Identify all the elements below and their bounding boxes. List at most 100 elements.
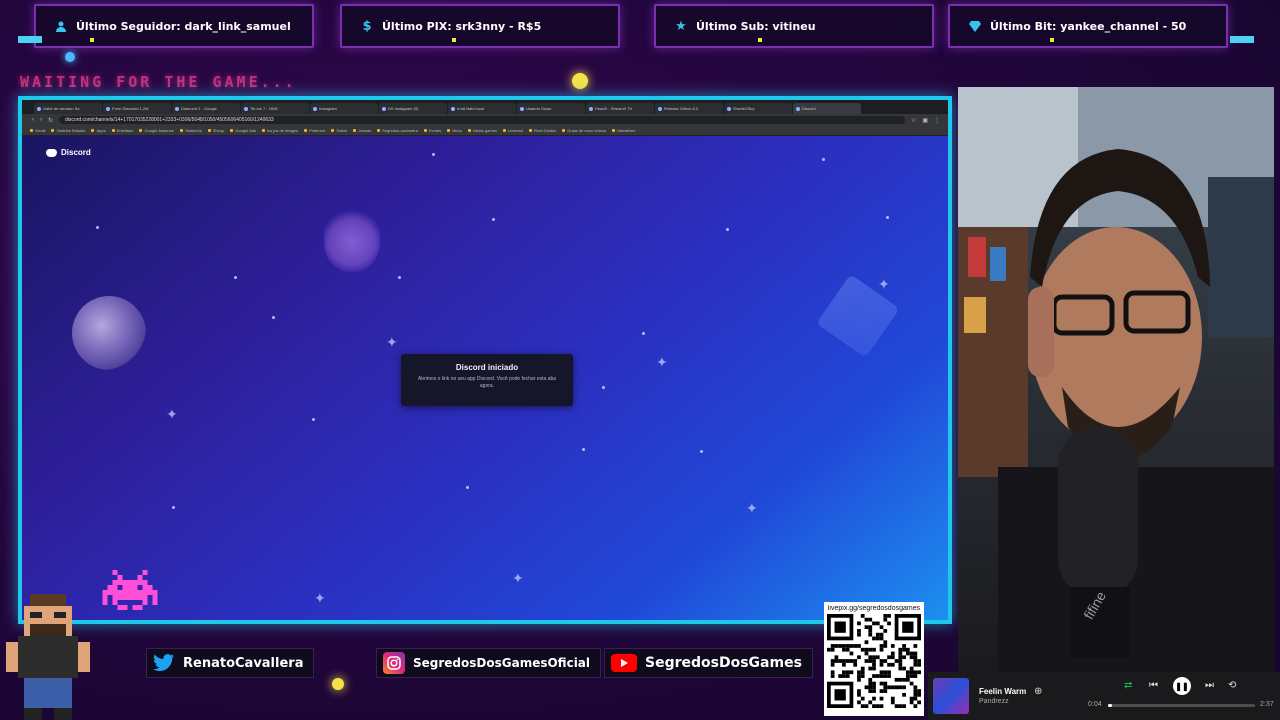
track-artist: Pandrezz	[979, 698, 1009, 705]
instagram-handle: SegredosDosGamesOficial	[413, 656, 591, 670]
bookmark-item[interactable]: Gmail	[30, 128, 45, 133]
bookmark-item[interactable]: Shoop	[208, 128, 225, 133]
bookmark-item[interactable]: Jeanas	[353, 128, 371, 133]
browser-tab[interactable]: Usando Guias	[517, 103, 585, 114]
social-youtube[interactable]: SegredosDosGames	[604, 648, 813, 678]
twitter-icon	[153, 652, 175, 674]
star	[398, 276, 401, 279]
star	[822, 158, 825, 161]
social-instagram[interactable]: SegredosDosGamesOficial	[376, 648, 602, 678]
discord-logo[interactable]: Discord	[46, 148, 91, 157]
bookmark-item[interactable]: Google Adsense	[139, 128, 173, 133]
shuffle-icon[interactable]: ⇄	[1124, 680, 1132, 691]
bookmark-item[interactable]: Liveload	[503, 128, 523, 133]
pause-button[interactable]: ❚❚	[1173, 677, 1191, 695]
bookmark-item[interactable]: Twitch	[331, 128, 347, 133]
extensions-icon[interactable]: ▣	[922, 117, 928, 124]
browser-tab-active[interactable]: Discord	[793, 103, 861, 114]
browser-tab-strip: Gabe de wendon Sa Form Diamond 1.2M Diam…	[22, 100, 948, 114]
youtube-icon	[611, 654, 637, 672]
instagram-icon	[383, 652, 405, 674]
bookmarks-bar: Gmail Youtube Estudio Apps Enfeitado Goo…	[22, 126, 948, 136]
pixel-avatar	[6, 594, 90, 720]
sparkle: ✦	[386, 334, 398, 350]
decor-ledge	[1230, 36, 1254, 43]
bookmark-item[interactable]: Youtube Estudio	[51, 128, 85, 133]
decor-blue-dot	[65, 52, 75, 62]
browser-tab[interactable]: Irmã Nabi local	[448, 103, 516, 114]
star	[602, 386, 605, 389]
bookmark-item[interactable]: Yokkie/ok	[180, 128, 202, 133]
discord-launched-dialog: Discord iniciado Abrimos o link no seu a…	[401, 354, 573, 406]
decor-tick	[758, 38, 762, 42]
star	[172, 506, 175, 509]
discord-launch-page: Discord ✦ ✦ ✦ ✦ ✦ ✦ ✦ Discord iniciado A…	[22, 136, 948, 620]
alert-last-bit: Último Bit: yankee_channel - 50	[948, 4, 1228, 48]
bookmark-item[interactable]: Apps	[91, 128, 105, 133]
sparkle: ✦	[166, 406, 178, 422]
bookmark-item[interactable]: Fontes	[424, 128, 441, 133]
browser-tab[interactable]: DeadX - StreamX Tit	[586, 103, 654, 114]
next-track-icon[interactable]: ⏭	[1205, 680, 1214, 691]
alert-text: Último Bit: yankee_channel - 50	[990, 19, 1187, 33]
sparkle: ✦	[878, 276, 890, 292]
dialog-body: Abrimos o link no seu app Discord. Você …	[417, 376, 557, 389]
sparkle: ✦	[746, 500, 758, 516]
star	[234, 276, 237, 279]
qr-code-image	[827, 614, 921, 708]
browser-tab[interactable]: Diamond 2 - Google	[172, 103, 240, 114]
star	[312, 418, 315, 421]
bookmark-item[interactable]: Pinterest	[304, 128, 325, 133]
bookmark-item[interactable]: Segredos cachoeira	[377, 128, 418, 133]
bookmark-item[interactable]: Guias de novo vídeos	[562, 128, 606, 133]
sparkle: ✦	[512, 570, 524, 586]
star	[466, 486, 469, 489]
bookmark-item[interactable]: Google Ads	[230, 128, 256, 133]
browser-tab[interactable]: ShortsGSky	[724, 103, 792, 114]
alert-text: Último PIX: srk3nny - R$5	[382, 19, 542, 33]
back-icon[interactable]: ‹	[32, 117, 34, 123]
add-to-library-icon[interactable]: ⊕	[1034, 686, 1042, 697]
bookmark-star-icon[interactable]: ☆	[911, 117, 916, 124]
previous-track-icon[interactable]: ⏮	[1149, 680, 1158, 691]
social-twitter[interactable]: RenatoCavallera	[146, 648, 315, 678]
star	[272, 316, 275, 319]
bookmark-item[interactable]: Enfeitado	[112, 128, 134, 133]
bookmark-item[interactable]: Handsfree	[612, 128, 635, 133]
star	[96, 226, 99, 229]
browser-tab[interactable]: Form Diamond 1.2M	[103, 103, 171, 114]
playback-progress-bar[interactable]	[1108, 704, 1255, 707]
sparkle: ✦	[656, 354, 668, 370]
youtube-handle: SegredosDosGames	[645, 655, 802, 671]
forward-icon[interactable]: ›	[40, 117, 42, 123]
repeat-icon[interactable]: ⟲	[1228, 680, 1236, 691]
livepix-qr-code: livepix.gg/segredosdosgames	[824, 602, 924, 716]
planet-illustration	[72, 296, 146, 370]
dollar-icon: $	[362, 18, 372, 34]
bookmark-item[interactable]: los jus de imagen	[262, 128, 298, 133]
bookmark-item[interactable]: Pixel Guides	[529, 128, 556, 133]
bookmark-item[interactable]: Ideias games	[468, 128, 497, 133]
total-time: 2:37	[1260, 701, 1274, 708]
browser-tab[interactable]: DS Instagram (9)	[379, 103, 447, 114]
address-bar[interactable]: discord.com/channels/14+17017035228001+2…	[59, 116, 905, 124]
playback-progress-fill	[1108, 704, 1113, 707]
browser-tab[interactable]: Instagram	[310, 103, 378, 114]
browser-tab[interactable]: Tik-tok 7 - 160K	[241, 103, 309, 114]
browser-menu-icon[interactable]: ⋮	[934, 117, 940, 124]
decor-tick	[452, 38, 456, 42]
reload-icon[interactable]: ↻	[48, 117, 53, 124]
alert-text: Último Sub: vitineu	[696, 19, 816, 33]
alert-last-sub: ★ Último Sub: vitineu	[654, 4, 934, 48]
decor-ledge	[18, 36, 42, 43]
browser-tab[interactable]: Gabe de wendon Sa	[34, 103, 102, 114]
bookmark-item[interactable]: Menu	[447, 128, 462, 133]
alert-last-pix: $ Último PIX: srk3nny - R$5	[340, 4, 620, 48]
current-time: 0:04	[1088, 701, 1102, 708]
browser-tab[interactable]: Release Github 6.0	[655, 103, 723, 114]
star	[582, 448, 585, 451]
album-cover	[933, 678, 969, 714]
star	[700, 450, 703, 453]
dialog-title: Discord iniciado	[455, 363, 519, 372]
user-icon	[54, 19, 68, 33]
